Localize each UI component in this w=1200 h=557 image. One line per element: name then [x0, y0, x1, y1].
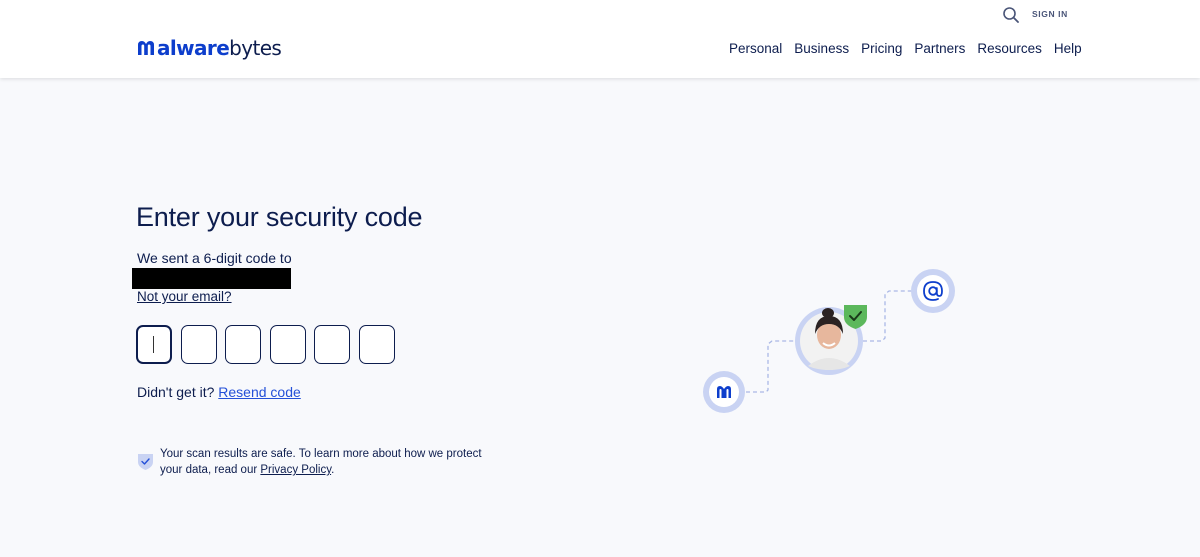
text-caret	[153, 336, 154, 353]
nav-pricing[interactable]: Pricing	[861, 41, 902, 56]
code-digit-5[interactable]	[314, 325, 350, 364]
code-digit-2[interactable]	[180, 325, 217, 364]
resend-prefix: Didn't get it?	[137, 384, 215, 400]
code-digit-3[interactable]	[225, 325, 261, 364]
privacy-policy-link[interactable]: Privacy Policy	[260, 464, 331, 476]
code-sent-text: We sent a 6-digit code to	[137, 250, 292, 266]
code-digit-1-wrapper	[136, 325, 172, 364]
redacted-email	[132, 268, 291, 289]
nav-help[interactable]: Help	[1054, 41, 1082, 56]
not-your-email-link[interactable]: Not your email?	[137, 289, 232, 304]
at-sign-icon	[911, 269, 955, 313]
malwarebytes-logo[interactable]: alware bytes	[136, 36, 282, 60]
resend-code-link[interactable]: Resend code	[218, 384, 301, 400]
nav-personal[interactable]: Personal	[729, 41, 782, 56]
malwarebytes-m-icon	[138, 41, 154, 55]
resend-row: Didn't get it? Resend code	[137, 384, 301, 400]
nav-partners[interactable]: Partners	[914, 41, 965, 56]
nav-business[interactable]: Business	[794, 41, 849, 56]
code-digit-6[interactable]	[358, 325, 395, 364]
page-title: Enter your security code	[136, 202, 423, 232]
logo-text-bytes: bytes	[229, 36, 282, 60]
connector-line-right	[863, 290, 912, 342]
code-digit-4[interactable]	[269, 325, 306, 364]
sign-in-link[interactable]: SIGN IN	[1032, 9, 1068, 19]
logo-text-alware: alware	[157, 36, 230, 60]
connector-line-left	[746, 340, 796, 393]
malwarebytes-m-icon	[703, 371, 745, 413]
verification-illustration	[703, 269, 955, 413]
notice-text: Your scan results are safe. To learn mor…	[160, 446, 505, 478]
main-nav: Personal Business Pricing Partners Resou…	[729, 41, 1082, 56]
search-icon[interactable]	[1002, 6, 1020, 24]
site-header: alware bytes SIGN IN Personal Business Pr…	[0, 0, 1200, 78]
code-digit-1[interactable]	[136, 325, 172, 364]
notice-suffix: .	[331, 464, 335, 476]
nav-resources[interactable]: Resources	[977, 41, 1042, 56]
security-code-input-group	[136, 325, 403, 364]
shield-check-icon	[138, 454, 153, 470]
